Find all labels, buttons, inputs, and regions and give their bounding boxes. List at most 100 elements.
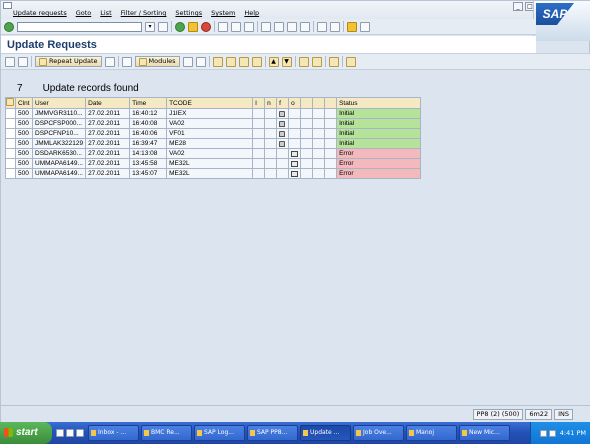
refresh-icon[interactable] [5,56,15,67]
column-header[interactable]: o [288,97,302,109]
sort-ascending-icon[interactable]: ▲ [268,56,279,67]
network-icon[interactable] [539,429,547,437]
row-selector[interactable] [5,118,16,129]
column-header[interactable]: User [31,97,87,109]
details-icon[interactable] [18,56,28,67]
row-selector[interactable] [5,108,16,119]
table-row[interactable]: 500 UMMAPA6149... 27.02.2011 13:45:07 ME32L E… [5,168,422,179]
cell-f [276,148,290,159]
cell-extra [324,128,338,139]
quicklaunch-browser-icon[interactable] [66,429,74,437]
task-button[interactable]: SAP PP8... [247,425,298,441]
first-page-icon[interactable] [261,21,271,32]
column-header[interactable] [324,97,338,109]
task-button[interactable]: SAP Log... [194,425,245,441]
command-field[interactable] [17,21,142,32]
menu-filter-sorting[interactable]: Filter / Sorting [121,9,167,17]
table-row[interactable]: 500 DSDARK6530... 27.02.2011 14:13:08 VA02 Er… [5,148,422,159]
cell-date: 27.02.2011 [85,158,131,169]
menu-update-requests[interactable]: Update requests [13,9,67,17]
column-header[interactable]: I [252,97,266,109]
select-all-column[interactable] [5,97,16,109]
table-row[interactable]: 500 DSPCFNP10... 27.02.2011 16:40:06 VF01 Ini… [5,128,422,139]
column-header[interactable]: Date [85,97,131,109]
find-next-icon[interactable] [244,21,254,32]
modules-button[interactable]: Modules [134,56,180,67]
status-server[interactable]: 6m22 [525,409,553,420]
dropdown-icon[interactable]: ▾ [145,21,155,32]
debug-icon[interactable] [121,56,132,67]
records-found-heading: 7 Update records found [17,83,139,94]
layout-menu-icon[interactable] [360,21,370,32]
column-header[interactable] [300,97,314,109]
task-button[interactable]: Manoj [406,425,457,441]
table-row[interactable]: 500 UMMAPA6149... 27.02.2011 13:45:58 ME32L E… [5,158,422,169]
cancel-icon[interactable] [201,21,211,32]
display-icon[interactable] [195,56,206,67]
print-icon[interactable] [218,21,228,32]
system-menu-icon[interactable] [3,2,12,9]
task-button[interactable]: Inbox - ... [88,425,139,441]
menu-help[interactable]: Help [244,9,259,17]
enter-icon[interactable] [4,21,14,32]
row-selector[interactable] [5,138,16,149]
next-page-icon[interactable] [287,21,297,32]
subtotal-icon[interactable] [311,56,322,67]
column-header[interactable]: Time [129,97,168,109]
row-selector[interactable] [5,148,16,159]
start-button[interactable]: start [0,422,52,444]
table-settings-icon[interactable] [6,98,14,106]
layout-icon[interactable] [345,56,356,67]
cell-status: Error [336,148,422,159]
column-header[interactable] [312,97,326,109]
menu-goto[interactable]: Goto [76,9,92,17]
deselect-all-icon[interactable] [225,56,236,67]
cell-time: 16:40:06 [129,128,168,139]
status-system[interactable]: PP8 (2) (500) [472,409,524,420]
row-selector[interactable] [5,158,16,169]
quicklaunch-desktop-icon[interactable] [56,429,64,437]
column-header[interactable]: TCODE [166,97,254,109]
back-icon[interactable] [175,21,185,32]
previous-page-icon[interactable] [274,21,284,32]
volume-icon[interactable] [548,429,556,437]
last-page-icon[interactable] [300,21,310,32]
filter-icon[interactable]: ▼ [281,56,292,67]
quicklaunch-outlook-icon[interactable] [76,429,84,437]
row-selector[interactable] [5,168,16,179]
list-icon[interactable] [182,56,193,67]
expand-icon[interactable] [251,56,262,67]
cell-f [276,118,290,129]
column-header[interactable]: Clnt [15,97,33,109]
new-session-icon[interactable] [317,21,327,32]
cell-user: JMMLAK322129 [31,138,87,149]
repeat-update-button[interactable]: Repeat Update [35,56,102,67]
select-all-icon[interactable] [212,56,223,67]
find-icon[interactable] [231,21,241,32]
column-header[interactable]: Status [336,97,422,109]
row-selector[interactable] [5,128,16,139]
task-button[interactable]: New Mic... [459,425,510,441]
shortcut-icon[interactable] [330,21,340,32]
menu-system[interactable]: System [211,9,235,17]
task-button-active[interactable]: Update ... [300,425,351,441]
column-header[interactable]: f [276,97,290,109]
save-icon[interactable] [158,21,168,32]
select-block-icon[interactable] [238,56,249,67]
column-header[interactable]: n [264,97,278,109]
task-button[interactable]: BMC Re... [141,425,192,441]
table-row[interactable]: 500 JMMLAK322129 27.02.2011 16:39:47 ME28 Ini… [5,138,422,149]
table-row[interactable]: 500 JMMVGR3110... 27.02.2011 16:40:12 J1IEX I… [5,108,422,119]
delete-icon[interactable] [104,56,115,67]
sum-icon[interactable] [298,56,309,67]
help-icon[interactable] [347,21,357,32]
table-row[interactable]: 500 DSPCFSP000... 27.02.2011 16:40:08 VA02 In… [5,118,422,129]
task-button[interactable]: Job Ove... [353,425,404,441]
menu-settings[interactable]: Settings [175,9,202,17]
status-mode[interactable]: INS [554,409,573,420]
exit-icon[interactable] [188,21,198,32]
menu-list[interactable]: List [100,9,111,17]
export-icon[interactable] [328,56,339,67]
cell-extra [312,108,326,119]
minimize-button[interactable]: _ [513,2,523,11]
